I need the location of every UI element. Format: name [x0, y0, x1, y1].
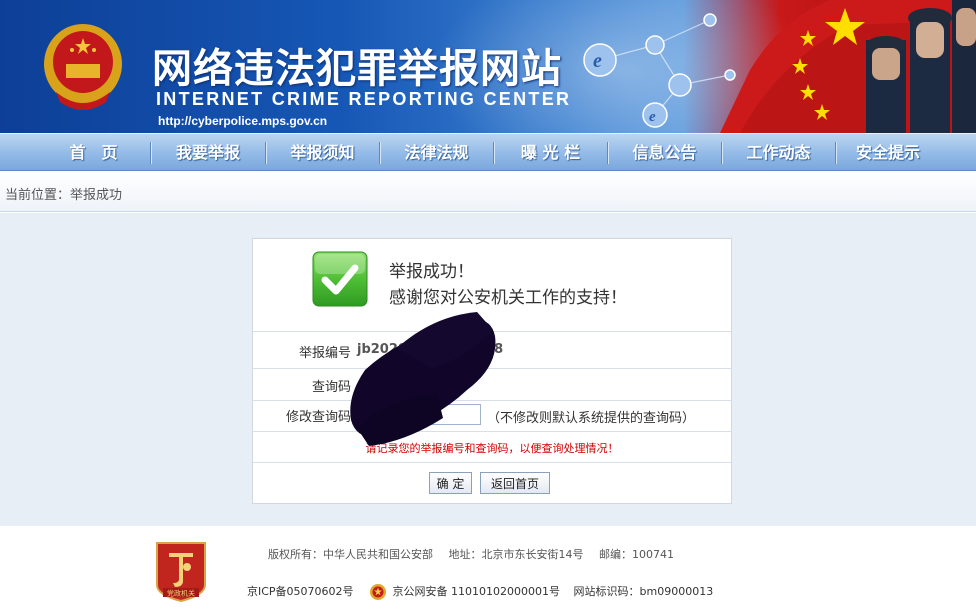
nav-item-home[interactable]: 首 页	[36, 134, 151, 172]
copyright-text: 版权所有：中华人民共和国公安部	[268, 548, 433, 561]
back-home-button[interactable]: 返回首页	[480, 472, 550, 494]
query-code-label: 查询码	[311, 380, 351, 395]
footer: 党政机关 版权所有：中华人民共和国公安部 地址：北京市东长安街14号 邮编：10…	[0, 526, 976, 613]
site-url[interactable]: http://cyberpolice.mps.gov.cn	[158, 114, 327, 128]
action-row: 确 定 返回首页	[253, 462, 731, 504]
svg-text:e: e	[593, 50, 602, 72]
main-nav: 首 页 我要举报 举报须知 法律法规 曝 光 栏 信息公告 工作动态 安全提示	[0, 133, 976, 171]
address-text: 地址：北京市东长安街14号	[448, 548, 584, 561]
icp-record-link[interactable]: 京ICP备05070602号	[247, 585, 354, 598]
redaction-scribble	[350, 312, 496, 446]
success-thanks: 感谢您对公安机关工作的支持！	[389, 288, 627, 308]
confirm-button[interactable]: 确 定	[429, 472, 472, 494]
change-code-label: 修改查询码	[285, 410, 351, 425]
nav-item-announcements[interactable]: 信息公告	[608, 134, 721, 172]
site-title-en: INTERNET CRIME REPORTING CENTER	[156, 89, 572, 109]
national-emblem-icon	[44, 24, 122, 110]
nav-item-report-notice[interactable]: 举报须知	[266, 134, 379, 172]
nav-item-work-news[interactable]: 工作动态	[722, 134, 835, 172]
nav-item-report[interactable]: 我要举报	[151, 134, 265, 172]
nav-item-laws[interactable]: 法律法规	[380, 134, 493, 172]
flag-and-police-decoration-icon	[720, 0, 976, 133]
police-record-icon	[370, 584, 387, 600]
success-title: 举报成功！	[389, 262, 474, 282]
site-id-text: 网站标识码：bm09000013	[573, 585, 714, 598]
change-code-hint: （不修改则默认系统提供的查询码）	[487, 411, 696, 426]
badge-text: 党政机关	[167, 589, 195, 598]
success-check-icon	[312, 251, 368, 307]
record-line: 京ICP备05070602号 京公网安备 11010102000001号 网站标…	[247, 583, 713, 601]
nav-item-exposure[interactable]: 曝 光 栏	[494, 134, 607, 172]
government-agency-badge-icon[interactable]: 党政机关	[153, 541, 209, 603]
breadcrumb-bar: 当前位置：举报成功	[0, 172, 976, 212]
breadcrumb: 当前位置：举报成功	[5, 188, 123, 203]
site-title-cn: 网络违法犯罪举报网站	[152, 46, 562, 92]
report-no-label: 举报编号	[298, 346, 351, 361]
copyright-line: 版权所有：中华人民共和国公安部 地址：北京市东长安街14号 邮编：100741	[268, 546, 686, 562]
postcode-text: 邮编：100741	[599, 548, 674, 561]
police-record-link[interactable]: 京公网安备 11010102000001号	[393, 585, 560, 598]
nav-item-security-tips[interactable]: 安全提示	[836, 134, 940, 172]
page: e e 网络违法犯罪举报网站 INTERNET CRIME REPORTING …	[0, 0, 976, 613]
header-banner: e e 网络违法犯罪举报网站 INTERNET CRIME REPORTING …	[0, 0, 976, 133]
svg-text:e: e	[649, 109, 656, 125]
